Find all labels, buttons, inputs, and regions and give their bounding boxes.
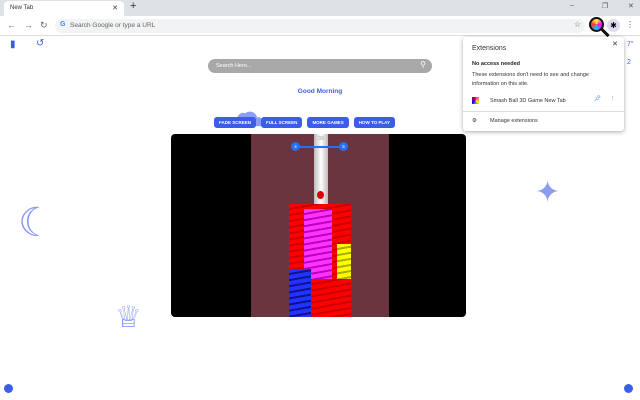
tab-strip: New Tab ✕ + – ❐ ✕ <box>0 0 640 16</box>
minimize-icon[interactable]: – <box>570 2 574 9</box>
score: 39 <box>318 136 324 142</box>
search-placeholder: Search Here... <box>216 63 252 69</box>
extension-row[interactable]: Smash Ball 3D Game New Tab 📌︎ ⋮ <box>472 95 622 107</box>
current-level: 4 <box>291 142 300 151</box>
helix-tower <box>289 204 351 317</box>
info-icon[interactable] <box>624 384 633 393</box>
forward-icon[interactable]: → <box>24 20 33 30</box>
back-icon[interactable]: ← <box>7 20 16 30</box>
game-playfield: 4 5 39 <box>251 134 389 317</box>
weather-temp: 7° <box>627 41 634 48</box>
more-games-button[interactable]: MORE GAMES <box>307 117 349 128</box>
how-to-play-button[interactable]: HOW TO PLAY <box>353 117 395 128</box>
manage-extensions-link[interactable]: Manage extensions <box>490 118 538 124</box>
address-bar[interactable]: G Search Google or type a URL ☆ <box>55 19 585 33</box>
level-progress-bar <box>293 146 343 148</box>
cloud-doodle-icon: ☁ <box>225 91 265 135</box>
fade-screen-button[interactable]: FADE SCREEN <box>214 117 257 128</box>
new-tab-button[interactable]: + <box>130 0 136 12</box>
popup-title: Extensions <box>472 45 507 52</box>
section-heading: No access needed <box>472 61 520 67</box>
ball <box>317 191 324 199</box>
crown-doodle-icon: ♕ <box>115 301 142 334</box>
tab-title: New Tab <box>10 5 34 11</box>
next-level: 5 <box>339 142 348 151</box>
more-options-icon[interactable]: ⋮ <box>610 96 616 102</box>
game-canvas[interactable]: 4 5 39 <box>171 134 466 317</box>
extensions-popup: Extensions ✕ No access needed These exte… <box>463 37 624 131</box>
bookmark-star-icon[interactable]: ☆ <box>574 20 581 29</box>
moon-doodle-icon: ☾ <box>18 201 54 245</box>
close-icon[interactable]: ✕ <box>612 40 618 48</box>
address-placeholder: Search Google or type a URL <box>70 22 156 29</box>
reload-icon[interactable]: ↻ <box>40 20 48 31</box>
full-screen-button[interactable]: FULL SCREEN <box>261 117 303 128</box>
extension-logo-icon <box>472 97 479 104</box>
settings-icon[interactable] <box>4 384 13 393</box>
gear-icon: ⚙ <box>472 118 477 124</box>
chrome-menu-icon[interactable]: ⋮ <box>626 20 634 29</box>
close-tab-icon[interactable]: ✕ <box>112 4 118 12</box>
history-icon[interactable]: ↺ <box>36 38 44 49</box>
stars-doodle-icon: ✦ <box>535 176 561 209</box>
close-window-icon[interactable]: ✕ <box>628 2 634 10</box>
toolbar: ← → ↻ G Search Google or type a URL ☆ <box>0 16 640 36</box>
tab-new-tab[interactable]: New Tab ✕ <box>4 1 124 16</box>
restore-icon[interactable]: ❐ <box>602 2 608 10</box>
google-icon: G <box>60 21 66 28</box>
section-description: These extensions don't need to see and c… <box>472 72 589 87</box>
extensions-puzzle-icon[interactable]: ✱ <box>607 19 620 32</box>
divider <box>463 111 624 112</box>
search-icon[interactable]: ⚲ <box>420 60 426 69</box>
search-input[interactable]: Search Here... ⚲ <box>208 59 432 73</box>
bookmark-icon[interactable]: ▮ <box>10 39 16 50</box>
side-number: 2 <box>627 59 631 66</box>
extension-name: Smash Ball 3D Game New Tab <box>490 98 566 104</box>
pin-icon[interactable]: 📌︎ <box>594 96 601 102</box>
